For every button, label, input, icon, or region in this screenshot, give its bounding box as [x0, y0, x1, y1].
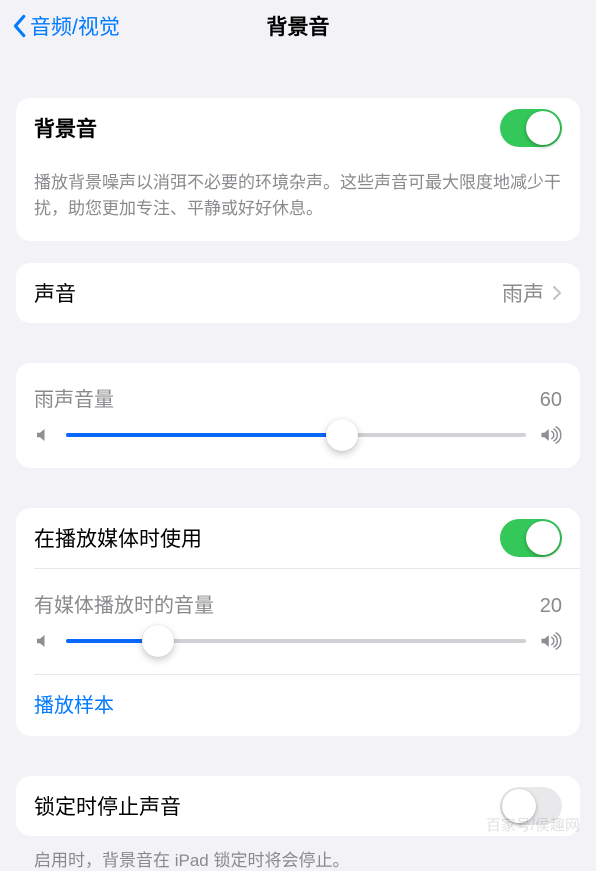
sound-row[interactable]: 声音 雨声 — [16, 263, 580, 323]
stop-when-locked-label: 锁定时停止声音 — [34, 791, 500, 821]
stop-when-locked-toggle[interactable] — [500, 787, 562, 825]
navbar: 音频/视觉 背景音 — [0, 0, 596, 52]
stop-when-locked-row: 锁定时停止声音 — [16, 776, 580, 836]
use-with-media-row: 在播放媒体时使用 — [16, 508, 580, 568]
background-sounds-row: 背景音 — [16, 98, 580, 158]
volume-slider[interactable] — [66, 433, 526, 437]
back-button[interactable]: 音频/视觉 — [10, 11, 120, 41]
chevron-right-icon — [552, 285, 562, 301]
sound-value: 雨声 — [502, 278, 544, 308]
back-label: 音频/视觉 — [30, 11, 120, 41]
media-card: 在播放媒体时使用 有媒体播放时的音量 20 播放样本 — [16, 508, 580, 736]
background-sounds-card: 背景音 播放背景噪声以消弭不必要的环境杂声。这些声音可最大限度地减少干扰，助您更… — [16, 98, 580, 241]
volume-card: 雨声音量 60 — [16, 363, 580, 468]
speaker-min-icon — [34, 632, 52, 650]
media-volume-slider[interactable] — [66, 639, 526, 643]
volume-value: 60 — [540, 389, 562, 412]
volume-slider-row — [16, 416, 580, 468]
use-with-media-toggle[interactable] — [500, 519, 562, 557]
lock-footer-note: 启用时，背景音在 iPad 锁定时将会停止。 — [16, 836, 580, 871]
speaker-max-icon — [540, 426, 562, 444]
background-sounds-description: 播放背景噪声以消弭不必要的环境杂声。这些声音可最大限度地减少干扰，助您更加专注、… — [16, 158, 580, 241]
use-with-media-label: 在播放媒体时使用 — [34, 523, 500, 553]
media-volume-slider-row — [16, 622, 580, 674]
media-volume-label: 有媒体播放时的音量 — [34, 589, 214, 618]
play-sample-button[interactable]: 播放样本 — [16, 675, 580, 736]
volume-header: 雨声音量 60 — [16, 363, 580, 416]
media-volume-value: 20 — [540, 595, 562, 618]
background-sounds-toggle[interactable] — [500, 109, 562, 147]
volume-label: 雨声音量 — [34, 383, 114, 412]
speaker-max-icon — [540, 632, 562, 650]
speaker-min-icon — [34, 426, 52, 444]
sound-label: 声音 — [34, 278, 502, 308]
sound-card: 声音 雨声 — [16, 263, 580, 323]
chevron-left-icon — [10, 14, 28, 38]
background-sounds-title: 背景音 — [34, 113, 500, 143]
media-volume-header: 有媒体播放时的音量 20 — [16, 569, 580, 622]
lock-card: 锁定时停止声音 — [16, 776, 580, 836]
